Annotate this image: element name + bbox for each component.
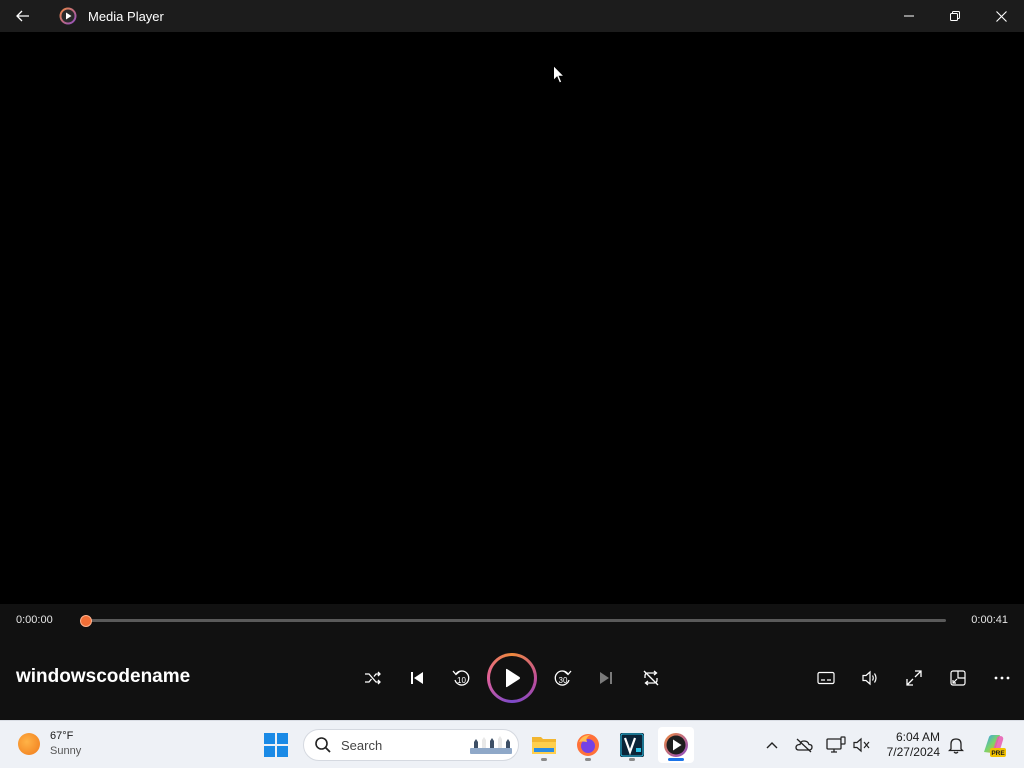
volume-icon: [862, 670, 877, 686]
running-indicator: [541, 758, 547, 761]
next-button[interactable]: [588, 664, 624, 692]
captions-icon: [817, 671, 835, 685]
mini-player-icon: [950, 670, 966, 686]
forward-seconds-label: 30: [559, 676, 568, 685]
title-bar: Media Player: [0, 0, 1024, 32]
mini-player-button[interactable]: [940, 664, 976, 692]
track-title: windowscodename: [16, 666, 191, 687]
skip-previous-icon: [411, 672, 423, 684]
player-controls: 0:00:00 0:00:41 windowscodename 10 30: [0, 604, 1024, 720]
taskbar-media-player[interactable]: [658, 727, 694, 763]
fullscreen-expand-icon: [906, 670, 922, 686]
seek-thumb[interactable]: [80, 615, 92, 627]
vegas-pro-icon: [620, 733, 644, 757]
fullscreen-button[interactable]: [896, 664, 932, 692]
minimize-icon: [904, 15, 914, 17]
volume-tray-button[interactable]: [852, 735, 872, 755]
taskbar-vegas[interactable]: [614, 727, 650, 763]
weather-text: 67°F Sunny: [50, 729, 81, 759]
window-title: Media Player: [88, 8, 164, 24]
file-explorer-icon: [532, 737, 556, 754]
play-button-inner: [490, 656, 534, 700]
clock-date: 7/27/2024: [886, 745, 940, 759]
taskbar-firefox[interactable]: [570, 727, 606, 763]
more-options-button[interactable]: [984, 664, 1020, 692]
skip-next-icon: [600, 672, 612, 684]
close-button[interactable]: [978, 0, 1024, 32]
search-highlight-chess-icon: [470, 736, 512, 754]
rewind-seconds-label: 10: [457, 676, 466, 685]
current-time: 0:00:00: [16, 614, 53, 626]
media-player-taskbar-icon: [664, 733, 688, 757]
seek-bar[interactable]: [86, 619, 946, 622]
forward-30-icon: 30: [554, 670, 572, 686]
media-player-app-icon: [59, 7, 77, 25]
search-placeholder: Search: [341, 737, 383, 753]
taskbar-search-box[interactable]: Search: [303, 729, 519, 761]
copilot-icon: PRE: [984, 735, 1006, 757]
notifications-button[interactable]: [946, 735, 966, 755]
sunny-weather-icon: [18, 733, 40, 755]
firefox-icon: [577, 734, 599, 756]
search-icon: [315, 737, 331, 753]
network-icon: [826, 736, 846, 753]
running-indicator: [585, 758, 591, 761]
previous-button[interactable]: [399, 664, 435, 692]
show-hidden-icons-button[interactable]: [762, 735, 782, 755]
volume-button[interactable]: [852, 664, 888, 692]
forward-30-button[interactable]: 30: [545, 664, 581, 692]
restore-icon: [950, 11, 960, 21]
copilot-button[interactable]: PRE: [980, 732, 1006, 758]
weather-condition: Sunny: [50, 745, 82, 757]
repeat-button[interactable]: [633, 664, 669, 692]
clock-time: 6:04 AM: [895, 730, 940, 744]
play-icon: [506, 668, 520, 688]
close-icon: [995, 10, 1007, 22]
repeat-off-icon: [643, 670, 659, 686]
volume-muted-icon: [853, 737, 870, 753]
restore-button[interactable]: [932, 0, 978, 32]
play-button[interactable]: [487, 653, 537, 703]
shuffle-icon: [365, 671, 381, 685]
taskbar: 67°F Sunny Search 6:04 AM 7/27/2024 PRE: [0, 720, 1024, 768]
duration-time: 0:00:41: [971, 614, 1008, 626]
network-tray-button[interactable]: [826, 735, 846, 755]
rewind-10-icon: 10: [452, 670, 470, 686]
running-indicator: [629, 758, 635, 761]
onedrive-tray-button[interactable]: [794, 735, 814, 755]
taskbar-file-explorer[interactable]: [526, 727, 562, 763]
more-icon: [994, 676, 1010, 680]
captions-button[interactable]: [808, 664, 844, 692]
shuffle-button[interactable]: [355, 664, 391, 692]
weather-widget[interactable]: 67°F Sunny: [18, 729, 81, 759]
system-clock[interactable]: 6:04 AM 7/27/2024: [887, 730, 940, 760]
active-indicator: [668, 758, 684, 761]
chevron-up-icon: [766, 742, 778, 749]
mouse-cursor-icon: [553, 65, 565, 84]
minimize-button[interactable]: [886, 0, 932, 32]
rewind-10-button[interactable]: 10: [443, 664, 479, 692]
copilot-badge-label: PRE: [991, 750, 1005, 757]
weather-temperature: 67°F: [50, 730, 74, 742]
back-button[interactable]: [0, 0, 46, 32]
windows-start-icon[interactable]: [264, 733, 288, 757]
video-surface[interactable]: [0, 32, 1024, 604]
back-arrow-icon: [16, 10, 29, 22]
onedrive-offline-icon: [795, 738, 813, 753]
notification-bell-icon: [948, 738, 964, 754]
